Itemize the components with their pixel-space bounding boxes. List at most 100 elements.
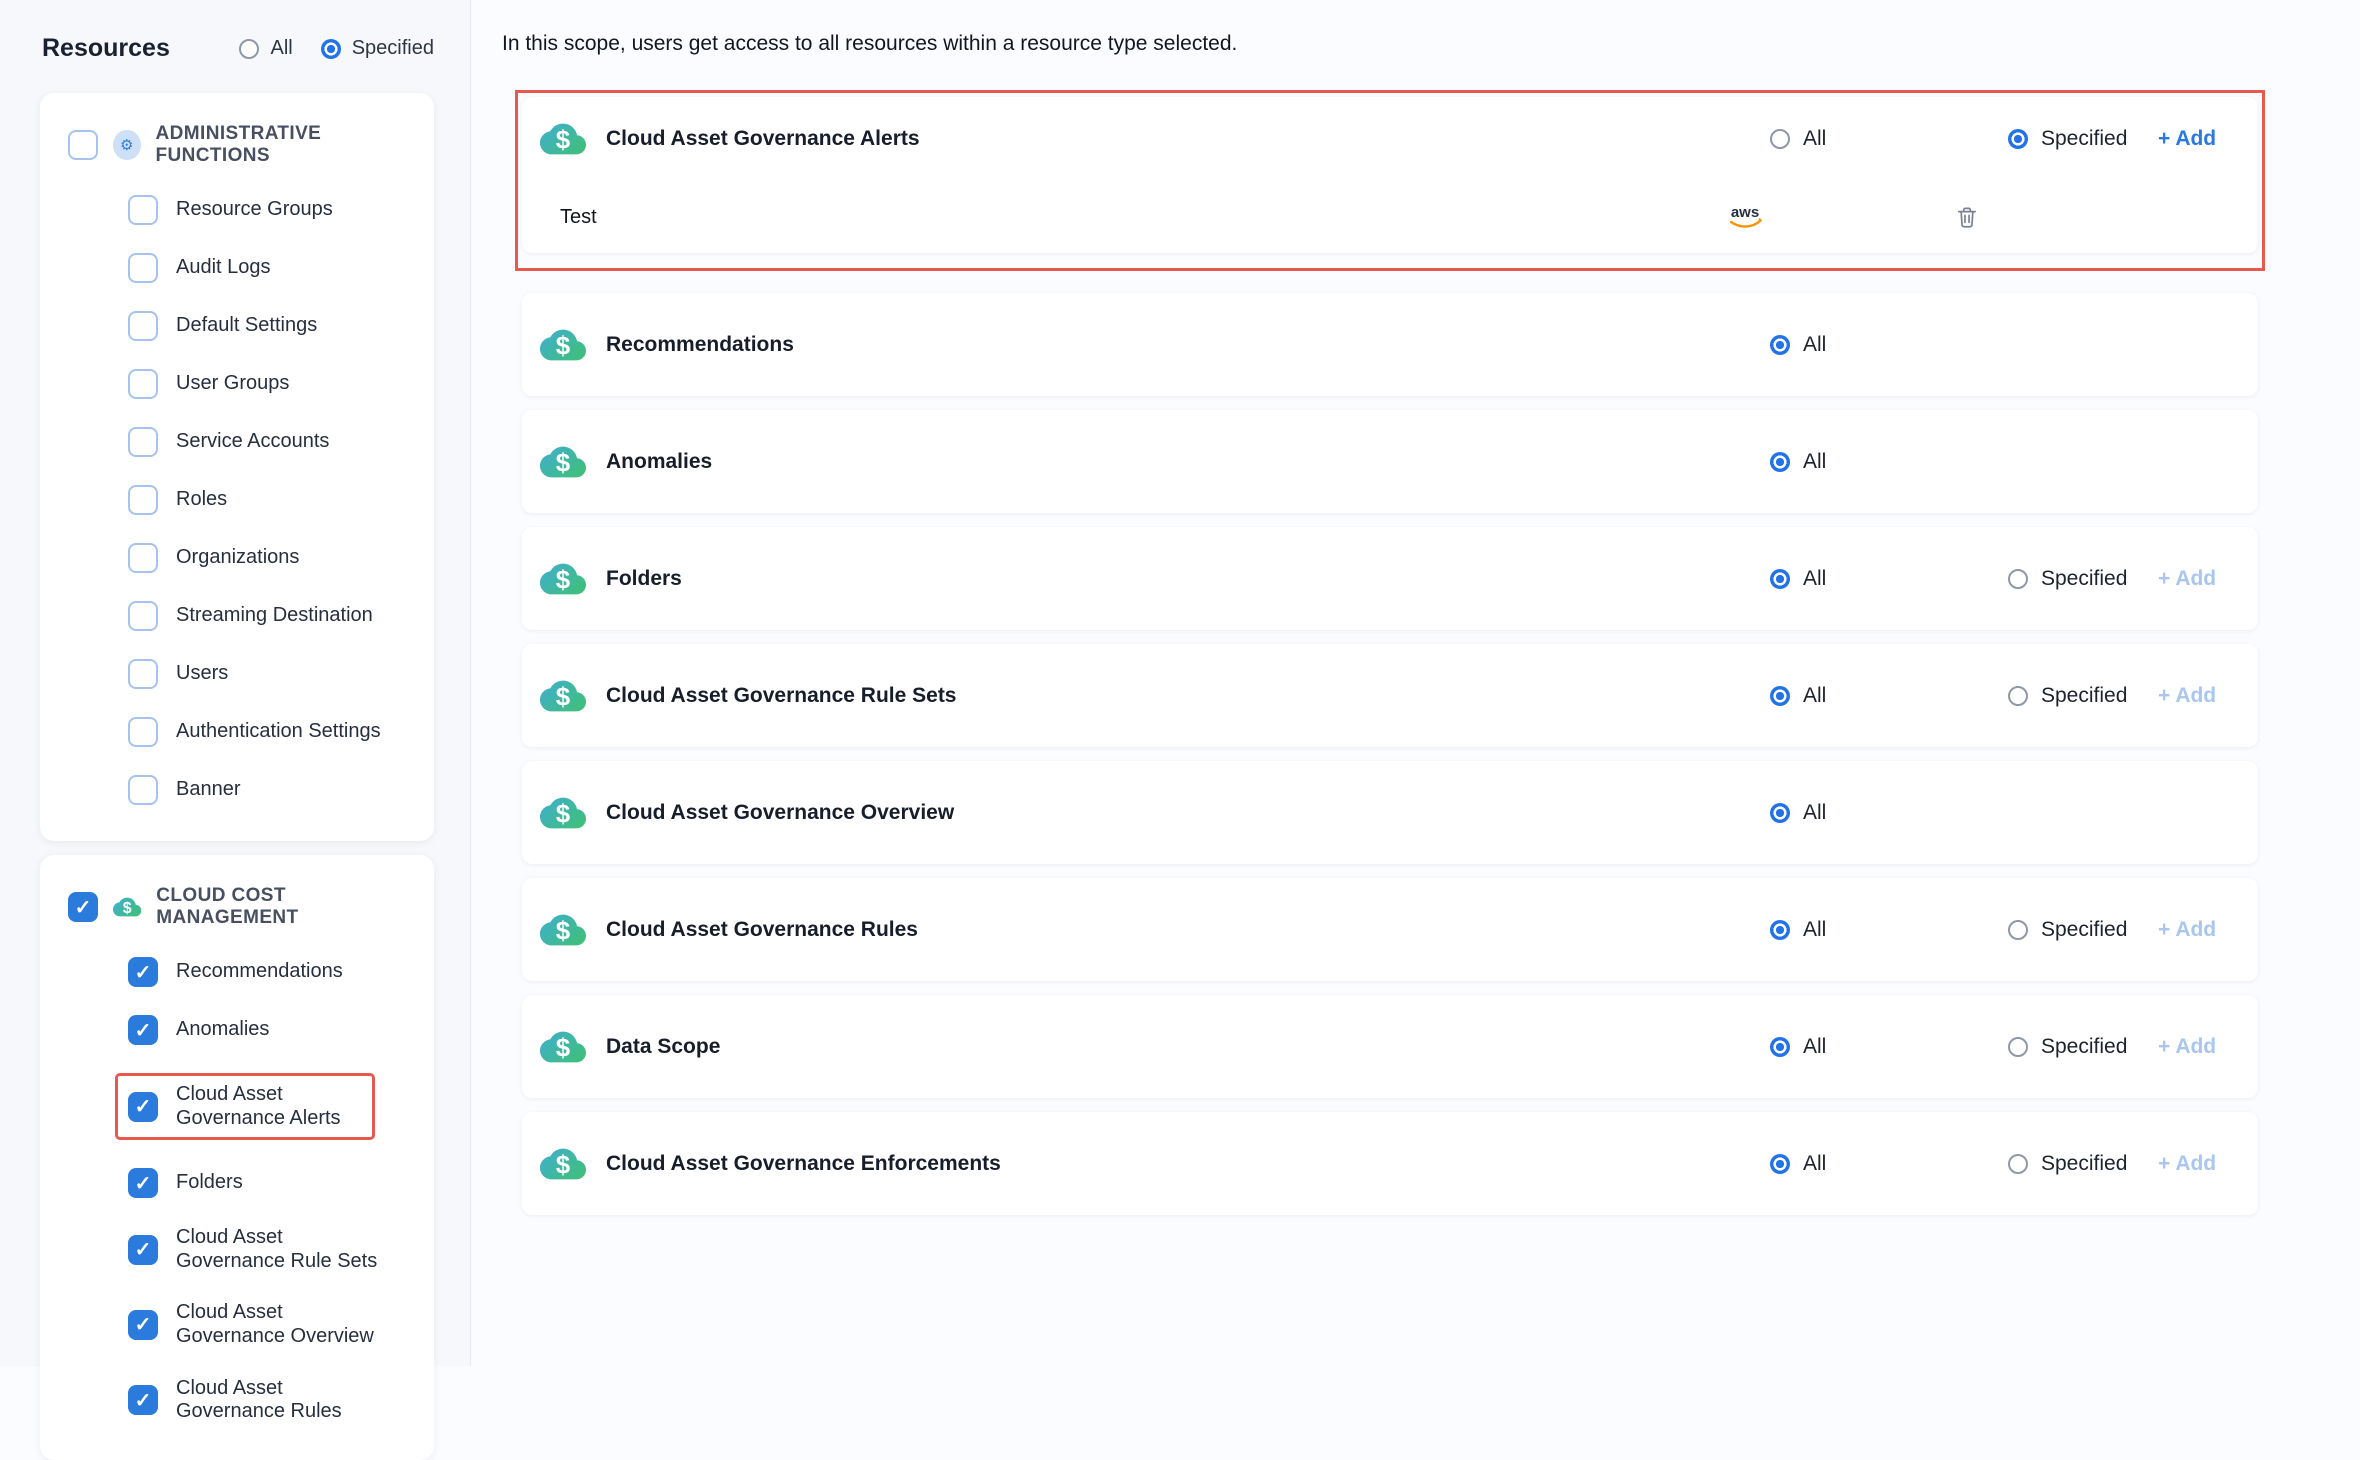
section-checkbox[interactable] [68,130,98,160]
specified-radio-label: Specified [352,37,434,60]
sidebar-item[interactable]: Users [128,659,418,689]
row-scope-specified[interactable]: Specified [2008,567,2127,591]
row-scope-all[interactable]: All [1770,333,1826,357]
specified-radio-label: Specified [2041,567,2127,591]
all-radio[interactable] [1770,569,1790,589]
all-radio[interactable] [1770,452,1790,472]
item-checkbox[interactable]: ✓ [128,1168,158,1198]
all-radio[interactable] [1770,335,1790,355]
cloud-dollar-icon: $ [540,439,586,485]
specified-radio[interactable] [2008,1037,2028,1057]
item-label: Authentication Settings [176,720,381,744]
specified-radio[interactable] [2008,686,2028,706]
item-checkbox[interactable] [128,659,158,689]
sidebar-item[interactable]: ✓Recommendations [128,957,418,987]
sidebar-item[interactable]: User Groups [128,369,418,399]
sidebar-item[interactable]: ✓Folders [128,1168,418,1198]
sidebar-item[interactable]: ✓ Cloud Asset Governance Rule Sets [128,1226,418,1273]
section-checkbox[interactable]: ✓ [68,892,98,922]
add-button[interactable]: + Add [2158,1152,2216,1176]
all-radio[interactable] [1770,920,1790,940]
specified-radio[interactable] [2008,569,2028,589]
cloud-dollar-icon: $ [540,1141,586,1187]
sidebar-item[interactable]: ✓Cloud Asset Governance Overview [128,1301,418,1348]
all-radio-label: All [1803,801,1826,825]
specified-radio-label: Specified [2041,1035,2127,1059]
section-label: ADMINISTRATIVE FUNCTIONS [156,123,418,167]
item-checkbox[interactable]: ✓ [128,1235,158,1265]
item-checkbox[interactable] [128,485,158,515]
row-scope-all[interactable]: All [1770,684,1826,708]
item-checkbox[interactable] [128,601,158,631]
row-scope-specified[interactable]: Specified [2008,918,2127,942]
sidebar-item[interactable]: Streaming Destination [128,601,418,631]
sidebar-item[interactable]: Authentication Settings [128,717,418,747]
add-button[interactable]: + Add [2158,684,2216,708]
sidebar-item[interactable]: Resource Groups [128,195,418,225]
cloud-dollar-icon: $ [540,1024,586,1070]
resource-row: $Cloud Asset Governance RulesAllSpecifie… [522,878,2258,981]
specified-radio-label: Specified [2041,127,2127,151]
item-checkbox[interactable]: ✓ [128,957,158,987]
all-radio[interactable] [1770,129,1790,149]
item-checkbox[interactable] [128,717,158,747]
row-scope-specified[interactable]: Specified [2008,1035,2127,1059]
resources-scope-specified[interactable]: Specified [321,37,434,60]
sidebar-item[interactable]: Default Settings [128,311,418,341]
resource-row: $Cloud Asset Governance OverviewAll [522,761,2258,864]
row-scope-all[interactable]: All [1770,567,1826,591]
item-checkbox[interactable] [128,543,158,573]
item-checkbox[interactable]: ✓ [128,1385,158,1415]
item-checkbox[interactable] [128,775,158,805]
specified-radio[interactable] [321,39,341,59]
resource-title: Recommendations [606,333,794,357]
all-radio[interactable] [1770,1154,1790,1174]
item-checkbox[interactable] [128,369,158,399]
entry-name: Test [560,206,597,229]
delete-entry-button[interactable] [1954,203,1980,231]
sidebar-item[interactable]: Roles [128,485,418,515]
specified-radio[interactable] [2008,129,2028,149]
item-label: Anomalies [176,1018,269,1042]
sidebar-item[interactable]: Audit Logs [128,253,418,283]
all-radio[interactable] [1770,686,1790,706]
resource-title: Cloud Asset Governance Enforcements [606,1152,1001,1176]
add-button[interactable]: + Add [2158,127,2216,151]
row-scope-specified[interactable]: Specified [2008,684,2127,708]
row-scope-all[interactable]: All [1770,1152,1826,1176]
sidebar-item[interactable]: Banner [128,775,418,805]
all-radio[interactable] [239,39,259,59]
row-scope-specified[interactable]: Specified [2008,1152,2127,1176]
sidebar-item[interactable]: Organizations [128,543,418,573]
sidebar-item[interactable]: ✓ Anomalies [128,1015,418,1045]
item-checkbox[interactable] [128,195,158,225]
row-scope-specified[interactable]: Specified [2008,127,2127,151]
add-button[interactable]: + Add [2158,567,2216,591]
item-checkbox[interactable] [128,427,158,457]
all-radio[interactable] [1770,803,1790,823]
all-radio[interactable] [1770,1037,1790,1057]
row-scope-all[interactable]: All [1770,1035,1826,1059]
all-radio-label: All [270,37,292,60]
section-label: CLOUD COST MANAGEMENT [156,885,418,929]
all-radio-label: All [1803,918,1826,942]
add-button[interactable]: + Add [2158,918,2216,942]
add-button[interactable]: + Add [2158,1035,2216,1059]
resources-scope-all[interactable]: All [239,37,292,60]
item-checkbox[interactable] [128,253,158,283]
sidebar-item[interactable]: Service Accounts [128,427,418,457]
item-checkbox[interactable]: ✓ [128,1015,158,1045]
item-checkbox[interactable] [128,311,158,341]
row-scope-all[interactable]: All [1770,801,1826,825]
item-checkbox[interactable]: ✓ [128,1310,158,1340]
item-checkbox[interactable]: ✓ [128,1092,158,1122]
specified-radio[interactable] [2008,920,2028,940]
sidebar-section-card: ✓$CLOUD COST MANAGEMENT✓Recommendations✓… [40,855,434,1460]
item-label: Cloud Asset Governance Rule Sets [176,1226,381,1273]
row-scope-all[interactable]: All [1770,450,1826,474]
sidebar-item[interactable]: ✓Cloud Asset Governance Rules [128,1377,418,1424]
row-scope-all[interactable]: All [1770,127,1826,151]
row-scope-all[interactable]: All [1770,918,1826,942]
specified-radio[interactable] [2008,1154,2028,1174]
sidebar-item-highlighted[interactable]: ✓Cloud Asset Governance Alerts [115,1073,375,1140]
